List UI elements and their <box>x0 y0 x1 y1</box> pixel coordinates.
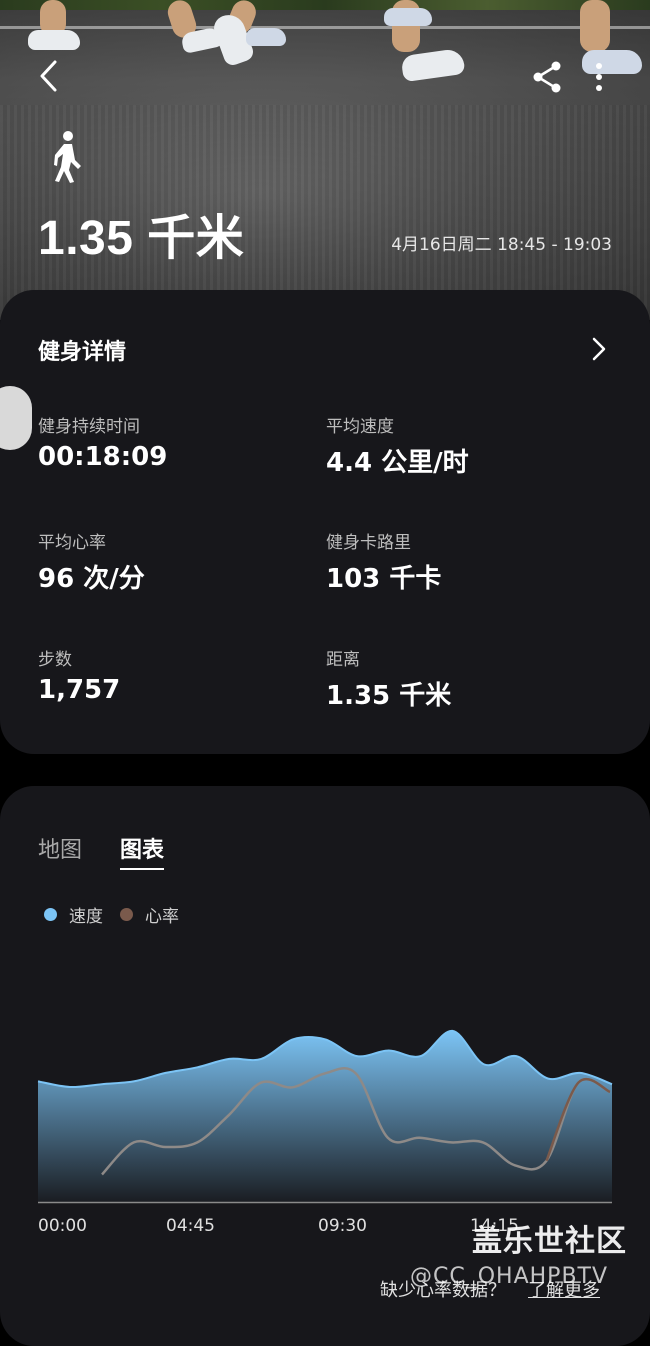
watermark-community: 盖乐世社区 <box>472 1224 627 1259</box>
speed-area <box>38 1030 612 1202</box>
x-tick-label: 04:45 <box>166 1216 215 1236</box>
workout-chart: 00:00 04:45 09:30 14:15 <box>37 1029 613 1236</box>
x-tick-label: 09:30 <box>318 1216 367 1236</box>
x-tick-label: 00:00 <box>38 1216 87 1236</box>
watermark-handle: @CC_OHAHPBTV <box>410 1264 609 1289</box>
